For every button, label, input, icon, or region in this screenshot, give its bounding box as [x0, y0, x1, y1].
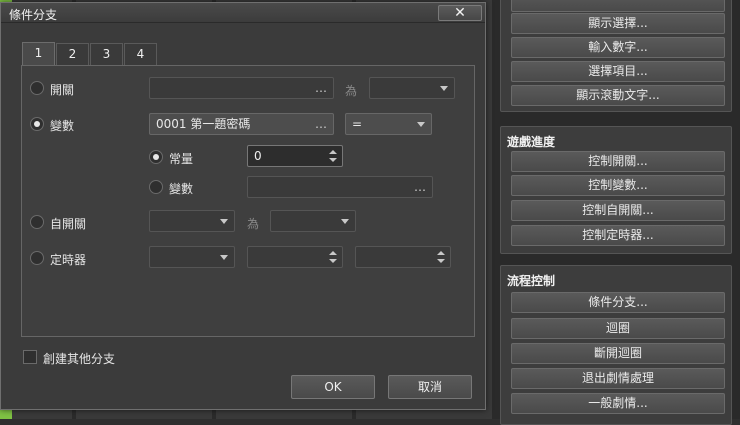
operator-value: =: [352, 117, 363, 131]
show-scrolling-text-button[interactable]: 顯示滾動文字...: [511, 85, 725, 106]
dialog-title: 條件分支: [9, 8, 58, 22]
spin-down-icon[interactable]: [329, 259, 337, 263]
chevron-down-icon: [220, 219, 228, 224]
compare-variable-radio[interactable]: [149, 180, 163, 194]
break-loop-button[interactable]: 斷開迴圈: [511, 343, 725, 364]
self-switch-dropdown[interactable]: [149, 210, 235, 232]
timer-minutes-input[interactable]: [247, 246, 343, 268]
variable-radio[interactable]: [30, 117, 44, 131]
tab-1[interactable]: 1: [22, 42, 55, 66]
operator-dropdown[interactable]: =: [345, 113, 432, 135]
tab-2[interactable]: 2: [56, 43, 89, 65]
tab-4[interactable]: 4: [124, 43, 157, 65]
show-text-button[interactable]: [511, 0, 725, 12]
switch-between-label: 為: [345, 84, 358, 98]
control-self-switch-button[interactable]: 控制自開關...: [511, 200, 725, 221]
constant-label: 常量: [169, 152, 194, 166]
show-choices-button[interactable]: 顯示選擇...: [511, 13, 725, 34]
message-group: 顯示選擇... 輸入數字... 選擇項目... 顯示滾動文字...: [500, 0, 732, 112]
flow-control-title: 流程控制: [507, 274, 556, 288]
ok-button[interactable]: OK: [291, 375, 375, 399]
chevron-down-icon: [220, 255, 228, 260]
switch-label: 開關: [50, 83, 75, 97]
constant-radio[interactable]: [149, 150, 163, 164]
input-number-button[interactable]: 輸入數字...: [511, 37, 725, 58]
conditional-branch-button[interactable]: 條件分支...: [511, 292, 725, 313]
select-item-button[interactable]: 選擇項目...: [511, 61, 725, 82]
control-variables-button[interactable]: 控制變數...: [511, 175, 725, 196]
conditional-branch-dialog: 條件分支 ✕ 1 2 3 4 開關 … 為 變數 0001 第一題密碼 … = …: [0, 2, 486, 410]
timer-label: 定時器: [50, 253, 87, 267]
dialog-titlebar: 條件分支 ✕: [1, 3, 485, 23]
close-button[interactable]: ✕: [438, 5, 482, 21]
switch-state-dropdown[interactable]: [369, 77, 455, 99]
common-event-button[interactable]: 一般劇情...: [511, 393, 725, 414]
constant-number-input[interactable]: 0: [247, 145, 343, 167]
chevron-down-icon: [440, 86, 448, 91]
condition-tab-panel: [21, 65, 475, 337]
flow-control-group: 流程控制 條件分支... 迴圈 斷開迴圈 退出劇情處理 一般劇情...: [500, 265, 732, 425]
variable-label: 變數: [50, 119, 75, 133]
compare-variable-label: 變數: [169, 182, 194, 196]
ellipsis-icon: …: [315, 81, 327, 95]
game-progress-group: 遊戲進度 控制開關... 控制變數... 控制自開關... 控制定時器...: [500, 126, 732, 254]
game-progress-title: 遊戲進度: [507, 135, 556, 149]
spin-up-icon[interactable]: [329, 150, 337, 154]
loop-button[interactable]: 迴圈: [511, 318, 725, 339]
variable-select[interactable]: 0001 第一題密碼 …: [149, 113, 334, 135]
create-else-checkbox[interactable]: [23, 350, 37, 364]
compare-variable-select[interactable]: …: [247, 176, 433, 198]
timer-seconds-input[interactable]: [355, 246, 451, 268]
event-command-panel: 顯示選擇... 輸入數字... 選擇項目... 顯示滾動文字... 遊戲進度 控…: [492, 0, 740, 425]
control-timer-button[interactable]: 控制定時器...: [511, 225, 725, 246]
spin-down-icon[interactable]: [437, 259, 445, 263]
self-switch-between-label: 為: [247, 217, 260, 231]
tab-3[interactable]: 3: [90, 43, 123, 65]
chevron-down-icon: [341, 219, 349, 224]
create-else-label: 創建其他分支: [43, 352, 116, 366]
exit-event-processing-button[interactable]: 退出劇情處理: [511, 368, 725, 389]
self-switch-label: 自開關: [50, 217, 87, 231]
variable-value: 0001 第一題密碼: [156, 117, 251, 131]
ellipsis-icon: …: [414, 180, 426, 194]
timer-compare-dropdown[interactable]: [149, 246, 235, 268]
chevron-down-icon: [417, 122, 425, 127]
timer-radio[interactable]: [30, 251, 44, 265]
ellipsis-icon: …: [315, 117, 327, 131]
constant-value: 0: [254, 149, 262, 163]
spin-down-icon[interactable]: [329, 158, 337, 162]
control-switches-button[interactable]: 控制開關...: [511, 151, 725, 172]
self-switch-radio[interactable]: [30, 215, 44, 229]
close-icon: ✕: [454, 5, 466, 21]
spin-up-icon[interactable]: [437, 251, 445, 255]
cancel-button[interactable]: 取消: [388, 375, 472, 399]
switch-radio[interactable]: [30, 81, 44, 95]
switch-select[interactable]: …: [149, 77, 334, 99]
spin-up-icon[interactable]: [329, 251, 337, 255]
self-switch-state-dropdown[interactable]: [270, 210, 356, 232]
